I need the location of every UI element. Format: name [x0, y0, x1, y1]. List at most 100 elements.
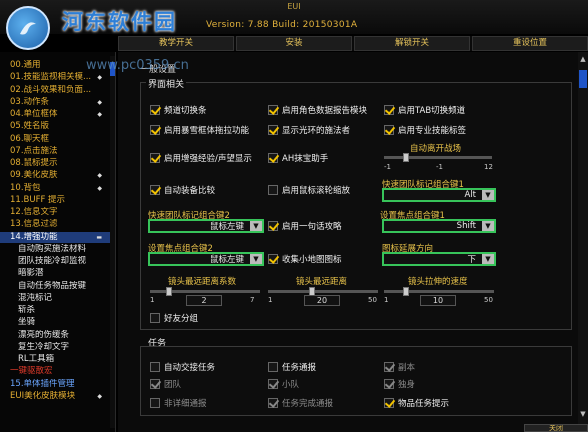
camera-slider-track[interactable] [268, 290, 378, 293]
checkbox[interactable] [150, 379, 160, 389]
ui-checkbox[interactable]: 启用专业技能标签 [384, 124, 466, 136]
ui-checkbox[interactable]: 启用一句话攻略 [268, 220, 342, 232]
main-scroll-thumb[interactable] [579, 70, 587, 88]
sidebar-item[interactable]: 14.增强功能 ▬ [0, 231, 110, 243]
task-checkbox[interactable]: 自动交接任务 [150, 361, 215, 373]
ui-checkbox[interactable]: AH抹宝助手 [268, 152, 328, 164]
sidebar-item[interactable]: 01.技能监视相关模... ◆ [0, 72, 110, 83]
tab-reset-position[interactable]: 重设位置 [472, 36, 588, 51]
task-checkbox[interactable]: 副本 [384, 361, 415, 373]
sidebar-item[interactable]: 12.信息文字 [0, 207, 110, 218]
auto-leave-track[interactable] [384, 156, 492, 159]
sidebar-item[interactable]: 自动购买施法材料 [0, 244, 110, 255]
scroll-down-icon[interactable]: ▼ [579, 410, 587, 419]
sidebar-item[interactable]: 团队技能冷却监视 [0, 256, 110, 267]
sidebar-item[interactable]: 斩杀 [0, 305, 110, 316]
checkbox[interactable] [150, 362, 160, 372]
checkbox[interactable] [150, 153, 160, 163]
sidebar-item[interactable]: 07.点击施法 [0, 146, 110, 157]
checkbox[interactable] [268, 398, 278, 408]
focus-key-1-dropdown[interactable]: Shift ▼ [382, 219, 496, 233]
checkbox[interactable] [268, 221, 278, 231]
ui-checkbox[interactable]: 启用暴雪框体拖拉功能 [150, 124, 249, 136]
checkbox[interactable] [268, 379, 278, 389]
task-checkbox[interactable]: 小队 [268, 378, 299, 390]
sidebar-item[interactable]: 09.美化皮肤 ◆ [0, 170, 110, 181]
chevron-down-icon[interactable]: ▼ [482, 221, 494, 231]
quick-mark-1-dropdown[interactable]: Alt ▼ [382, 188, 496, 202]
sidebar-item[interactable]: 15.单体插件管理 [0, 379, 110, 390]
sidebar-item[interactable]: 自动任务物品按键 [0, 281, 110, 292]
checkbox[interactable] [150, 185, 160, 195]
sidebar-item[interactable]: RL工具箱 [0, 354, 110, 365]
tab-unlock[interactable]: 解锁开关 [354, 36, 470, 51]
ui-checkbox[interactable]: 频道切换条 [150, 104, 207, 116]
sidebar-item[interactable]: 02.战斗效果和负面... [0, 85, 110, 96]
expand-icon[interactable]: ◆ [97, 109, 102, 120]
focus-key-2-dropdown[interactable]: 鼠标左键 ▼ [148, 252, 264, 266]
tab-tutorial[interactable]: 教学开关 [118, 36, 234, 51]
checkbox[interactable] [268, 105, 278, 115]
sidebar-item[interactable]: EUI美化皮肤模块 ◆ [0, 391, 110, 402]
tab-install[interactable]: 安装 [236, 36, 352, 51]
expand-icon[interactable]: ◆ [97, 170, 102, 181]
sidebar-item[interactable]: 05.姓名版 [0, 121, 110, 132]
ui-checkbox[interactable]: 好友分组 [150, 312, 198, 324]
scroll-up-icon[interactable]: ▲ [579, 55, 587, 64]
chevron-down-icon[interactable]: ▼ [482, 254, 494, 264]
sidebar-item[interactable]: 13.信息过滤 [0, 219, 110, 230]
sidebar-item[interactable]: 复生冷却文字 [0, 342, 110, 353]
expand-icon[interactable]: ◆ [97, 97, 102, 108]
ui-checkbox[interactable]: 启用TAB切换频道 [384, 104, 465, 116]
ui-checkbox[interactable]: 自动装备比较 [150, 184, 215, 196]
ui-checkbox[interactable]: 启用增强经验/声望显示 [150, 152, 252, 164]
sidebar-item[interactable]: 暗影潜 [0, 268, 110, 279]
chevron-down-icon[interactable]: ▼ [250, 254, 262, 264]
checkbox[interactable] [268, 362, 278, 372]
task-checkbox[interactable]: 团队 [150, 378, 181, 390]
checkbox[interactable] [150, 125, 160, 135]
quick-mark-2-dropdown[interactable]: 鼠标左键 ▼ [148, 219, 264, 233]
camera-slider-knob[interactable] [403, 287, 409, 296]
sidebar-item[interactable]: 一键驱散宏 [0, 366, 110, 377]
task-checkbox[interactable]: 物品任务提示 [384, 397, 449, 409]
sidebar-item[interactable]: 11.BUFF 提示 [0, 195, 110, 206]
checkbox[interactable] [384, 125, 394, 135]
checkbox[interactable] [150, 398, 160, 408]
task-checkbox[interactable]: 非详细通报 [150, 397, 207, 409]
task-checkbox[interactable]: 任务完成通报 [268, 397, 333, 409]
sidebar-item[interactable]: 03.动作条 ◆ [0, 97, 110, 108]
sidebar-item[interactable]: 漂亮的伤缓条 [0, 330, 110, 341]
sidebar-item[interactable]: 坐骑 [0, 317, 110, 328]
sidebar-item[interactable]: 混沌标记 [0, 293, 110, 304]
icon-direction-dropdown[interactable]: 下 ▼ [382, 252, 496, 266]
chevron-down-icon[interactable]: ▼ [482, 190, 494, 200]
sidebar-item[interactable]: 04.单位框体 ◆ [0, 109, 110, 120]
checkbox[interactable] [268, 125, 278, 135]
ui-checkbox[interactable]: 收集小地图图标 [268, 253, 342, 265]
checkbox[interactable] [268, 185, 278, 195]
sidebar-scrollbar[interactable] [110, 56, 115, 428]
main-scrollbar[interactable] [578, 52, 588, 432]
ui-checkbox[interactable]: 启用角色数据报告模块 [268, 104, 367, 116]
checkbox[interactable] [150, 313, 160, 323]
checkbox[interactable] [384, 398, 394, 408]
checkbox[interactable] [384, 362, 394, 372]
close-button[interactable]: 关闭 [524, 424, 588, 432]
checkbox[interactable] [384, 379, 394, 389]
camera-slider-track[interactable] [384, 290, 494, 293]
checkbox[interactable] [268, 254, 278, 264]
expand-icon[interactable]: ◆ [97, 391, 102, 402]
auto-leave-knob[interactable] [402, 153, 409, 162]
task-checkbox[interactable]: 任务通报 [268, 361, 316, 373]
expand-icon[interactable]: ◆ [97, 183, 102, 194]
slider-value[interactable]: 20 [304, 295, 340, 306]
sidebar-item[interactable]: 06.聊天框 [0, 134, 110, 145]
slider-value[interactable]: 2 [186, 295, 222, 306]
ui-checkbox[interactable]: 显示光环的施法者 [268, 124, 350, 136]
sidebar-item[interactable]: 10.背包 ◆ [0, 183, 110, 194]
expand-icon[interactable]: ▬ [96, 232, 102, 243]
checkbox[interactable] [268, 153, 278, 163]
checkbox[interactable] [384, 105, 394, 115]
camera-slider-knob[interactable] [165, 287, 172, 296]
